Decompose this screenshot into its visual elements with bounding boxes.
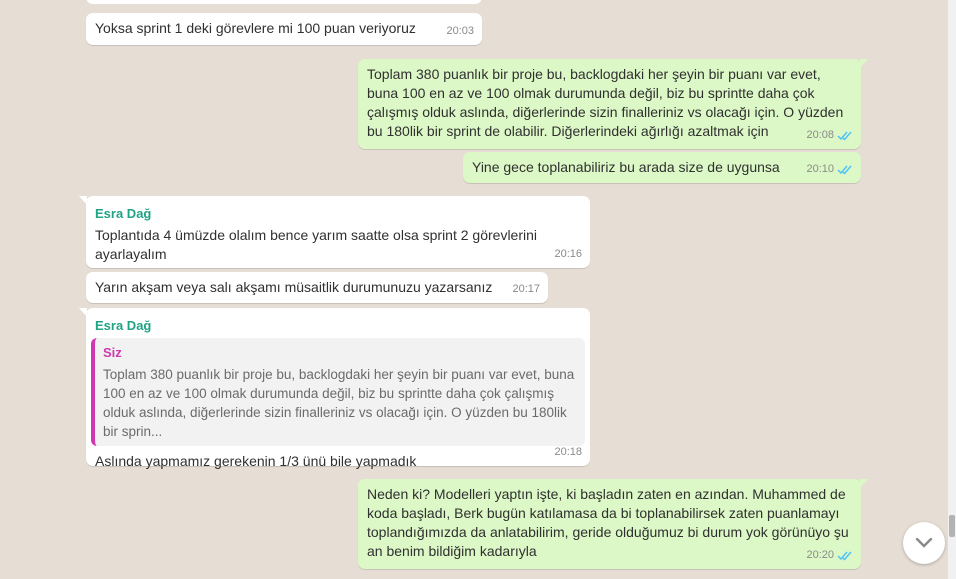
message-outgoing[interactable]: Neden ki? Modelleri yaptın işte, ki başl… <box>358 479 868 569</box>
quoted-text: Toplam 380 puanlık bir proje bu, backlog… <box>103 367 575 439</box>
sender-name[interactable]: Esra Dağ <box>95 204 581 223</box>
scrollbar[interactable] <box>948 0 956 579</box>
scroll-to-bottom-button[interactable] <box>903 522 945 564</box>
message-time: 20:20 <box>806 546 853 565</box>
message-outgoing[interactable]: Yine gece toplanabiliriz bu arada size d… <box>463 152 861 183</box>
message-time: 20:10 <box>806 160 853 179</box>
bubble-tail <box>79 196 87 205</box>
quoted-message[interactable]: Siz Toplam 380 puanlık bir proje bu, bac… <box>91 338 585 446</box>
bubble-tail <box>79 308 87 317</box>
message-incoming[interactable]: Esra Dağ Toplantıda 4 ümüzde olalım benc… <box>79 196 590 268</box>
previous-message-stub <box>86 0 482 4</box>
message-outgoing[interactable]: Toplam 380 puanlık bir proje bu, backlog… <box>358 59 868 149</box>
message-text: Yine gece toplanabiliriz bu arada size d… <box>472 159 780 175</box>
sender-name[interactable]: Esra Dağ <box>91 316 585 335</box>
message-text: Toplantıda 4 ümüzde olalım bence yarım s… <box>95 227 538 262</box>
bubble-tail <box>860 479 868 488</box>
double-check-icon <box>837 165 852 175</box>
chevron-down-icon <box>915 537 933 548</box>
quoted-sender: Siz <box>103 345 122 360</box>
message-time: 20:17 <box>512 283 540 295</box>
message-incoming-reply[interactable]: Esra Dağ Siz Toplam 380 puanlık bir proj… <box>79 308 590 469</box>
bubble-tail <box>860 59 868 68</box>
message-incoming[interactable]: Yoksa sprint 1 deki görevlere mi 100 pua… <box>86 13 482 45</box>
message-text: Aslında yapmamız gerekenin 1/3 ünü bile … <box>95 453 417 469</box>
message-text: Toplam 380 puanlık bir proje bu, backlog… <box>367 66 844 139</box>
chat-panel[interactable]: Yoksa sprint 1 deki görevlere mi 100 pua… <box>0 0 948 579</box>
message-time: 20:18 <box>554 446 582 458</box>
message-time: 20:08 <box>806 126 853 145</box>
message-time: 20:16 <box>554 248 582 260</box>
double-check-icon <box>837 131 852 141</box>
message-time: 20:03 <box>446 25 474 37</box>
message-text: Neden ki? Modelleri yaptın işte, ki başl… <box>367 486 849 559</box>
scrollbar-thumb[interactable] <box>949 515 955 537</box>
message-text: Yoksa sprint 1 deki görevlere mi 100 pua… <box>95 20 416 36</box>
message-incoming[interactable]: Yarın akşam veya salı akşamı müsaitlik d… <box>86 272 548 303</box>
message-text: Yarın akşam veya salı akşamı müsaitlik d… <box>95 279 493 295</box>
double-check-icon <box>837 551 852 561</box>
